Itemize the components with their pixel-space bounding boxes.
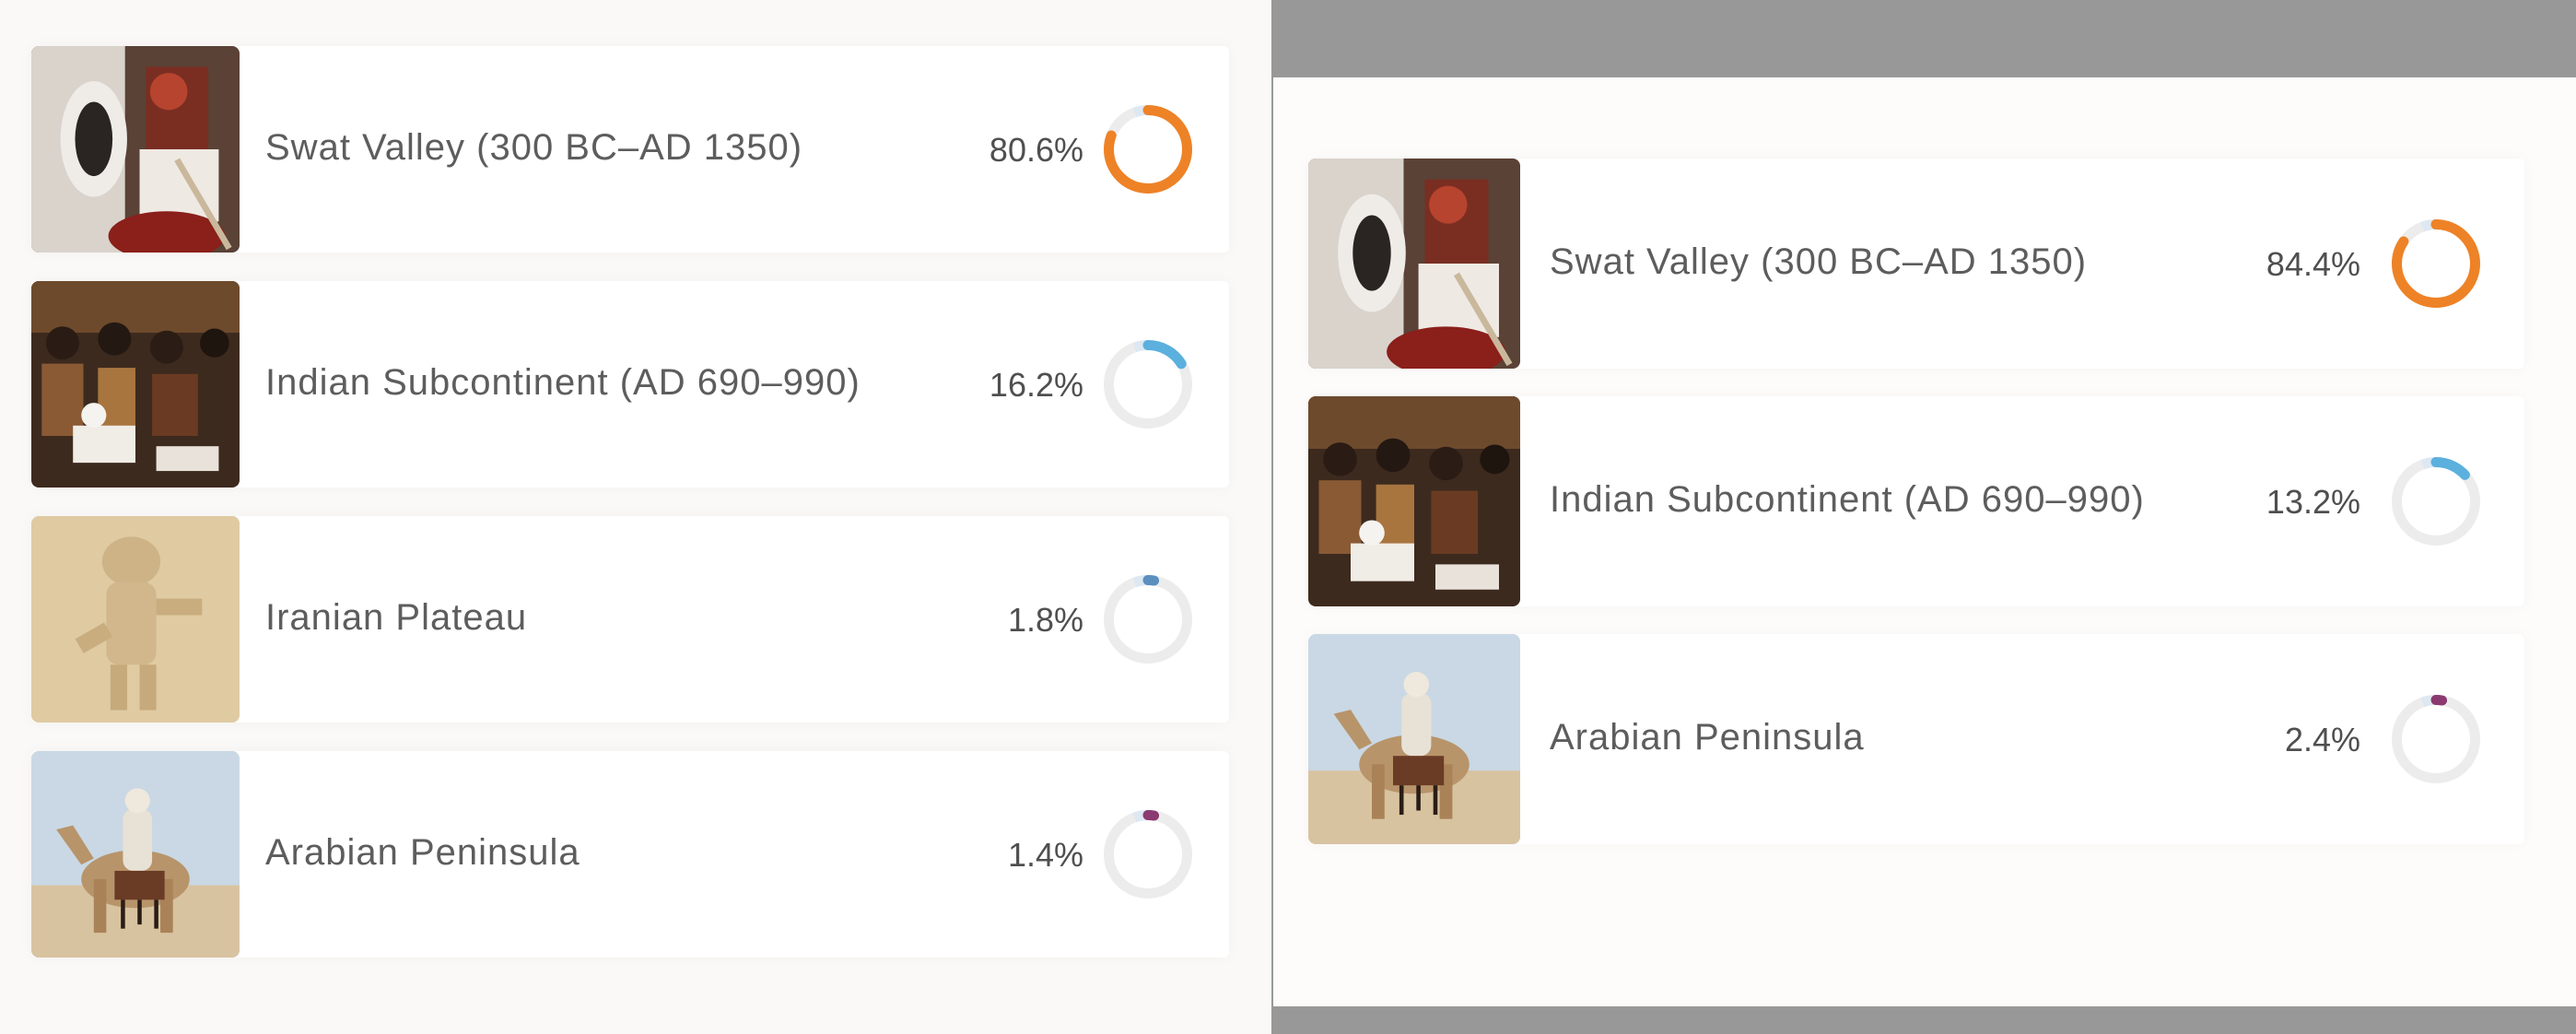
percent-donut-icon [2392,219,2480,308]
ancestry-row[interactable]: Indian Subcontinent (AD 690–990) 13.2% [1308,396,2524,606]
percent-donut-icon [2392,695,2480,783]
iranian-plateau-thumbnail [31,516,240,723]
ancestry-row[interactable]: Indian Subcontinent (AD 690–990) 16.2% [31,281,1229,488]
percent-value: 1.4% [1007,836,1083,874]
swat-valley-thumbnail [31,46,240,253]
percent-donut-icon [1104,105,1192,194]
region-label: Arabian Peninsula [265,832,580,873]
right-results-card: Swat Valley (300 BC–AD 1350) 84.4% Indian… [1273,77,2576,1006]
ancestry-row[interactable]: Swat Valley (300 BC–AD 1350) 84.4% [1308,159,2524,369]
region-label: Iranian Plateau [265,597,528,638]
percent-donut-icon [1104,340,1192,429]
percent-donut-icon [1104,575,1192,664]
swat-valley-thumbnail [1308,159,1520,369]
right-ancestry-panel: Swat Valley (300 BC–AD 1350) 84.4% Indian… [1271,0,2576,1034]
region-label: Swat Valley (300 BC–AD 1350) [265,127,803,168]
percent-value: 13.2% [2266,483,2360,521]
percent-value: 2.4% [2284,721,2360,758]
left-ancestry-panel: Swat Valley (300 BC–AD 1350) 80.6% Indian… [0,0,1271,1034]
indian-subcontinent-thumbnail [1308,396,1520,606]
percent-value: 84.4% [2266,245,2360,283]
arabian-peninsula-thumbnail [31,751,240,958]
percent-value: 1.8% [1007,601,1083,639]
region-label: Arabian Peninsula [1550,717,1865,758]
ancestry-row[interactable]: Swat Valley (300 BC–AD 1350) 80.6% [31,46,1229,253]
ancestry-row[interactable]: Arabian Peninsula 2.4% [1308,634,2524,844]
percent-donut-icon [1104,810,1192,899]
region-label: Indian Subcontinent (AD 690–990) [1550,479,2145,520]
percent-donut-icon [2392,457,2480,546]
region-label: Swat Valley (300 BC–AD 1350) [1550,241,2088,282]
arabian-peninsula-thumbnail [1308,634,1520,844]
percent-value: 80.6% [989,131,1083,169]
region-label: Indian Subcontinent (AD 690–990) [265,362,861,403]
ancestry-row[interactable]: Arabian Peninsula 1.4% [31,751,1229,958]
ancestry-row[interactable]: Iranian Plateau 1.8% [31,516,1229,723]
indian-subcontinent-thumbnail [31,281,240,488]
percent-value: 16.2% [989,366,1083,404]
